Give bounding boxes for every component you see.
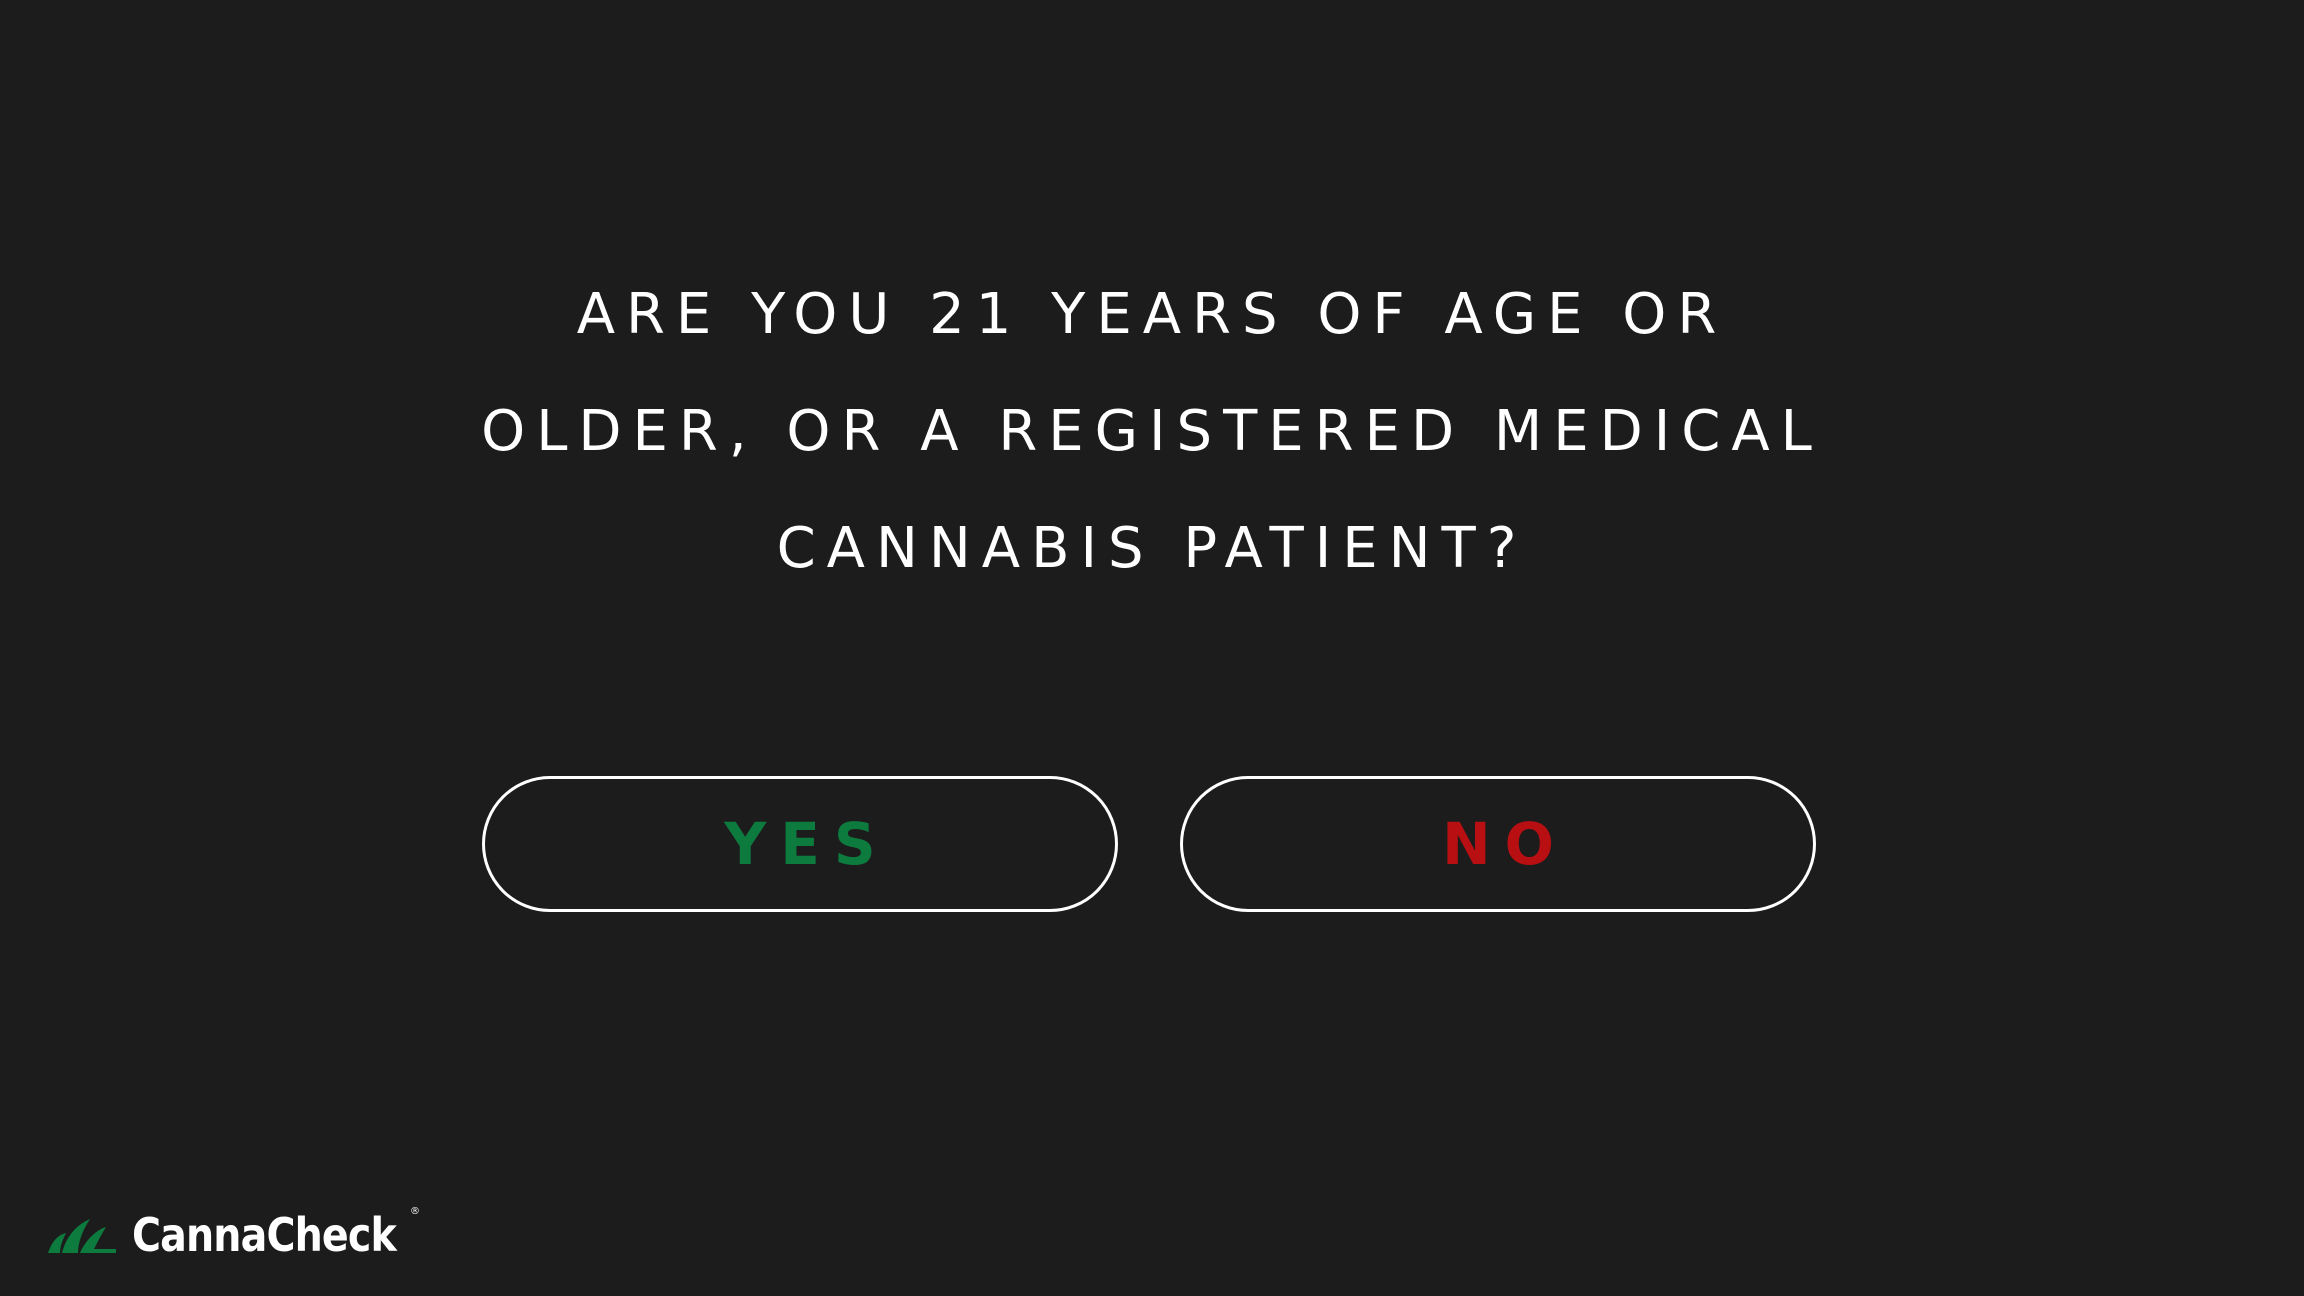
age-question-line-2: OLDER, OR A REGISTERED MEDICAL [481,399,1823,464]
age-gate-screen: ARE YOU 21 YEARS OF AGE OR OLDER, OR A R… [0,0,2304,1296]
registered-mark: ® [410,1206,420,1217]
leaf-logo-icon [48,1219,116,1253]
brand-name: CannaCheck [132,1208,397,1262]
age-question: ARE YOU 21 YEARS OF AGE OR OLDER, OR A R… [352,256,1952,607]
yes-button[interactable]: YES [482,776,1118,912]
age-question-line-1: ARE YOU 21 YEARS OF AGE OR [576,282,1728,347]
no-button[interactable]: NO [1180,776,1816,912]
brand-logo: CannaCheck ® [46,1200,439,1270]
age-question-line-3: CANNABIS PATIENT? [776,516,1528,581]
